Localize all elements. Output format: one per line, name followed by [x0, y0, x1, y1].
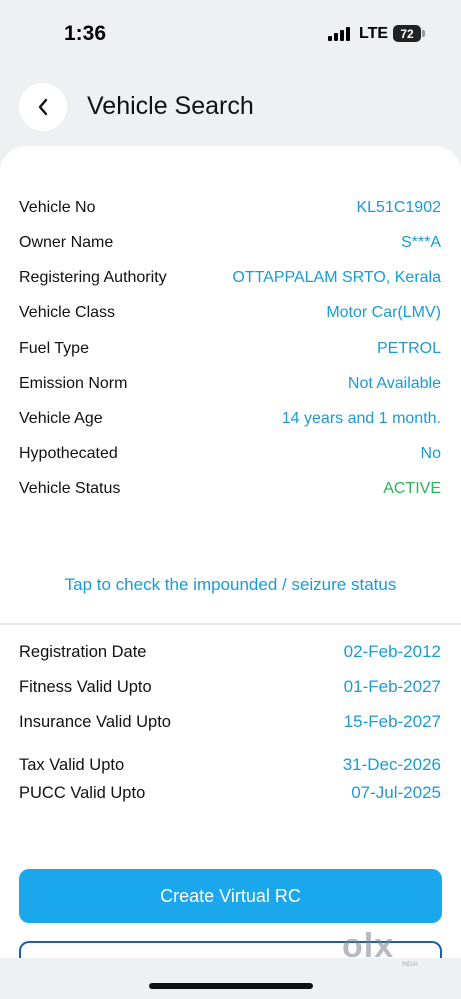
validity-label: Fitness Valid Upto [19, 677, 152, 696]
detail-label: Vehicle No [19, 199, 96, 216]
detail-row-vehicle-no: Vehicle No KL51C1902 [19, 199, 441, 217]
detail-value: 14 years and 1 month. [281, 410, 441, 427]
battery-tip [422, 30, 425, 37]
detail-label: Registering Authority [19, 269, 167, 286]
detail-row-emission-norm: Emission Norm Not Available [19, 375, 441, 393]
detail-row-registering-authority: Registering Authority OTTAPPALAM SRTO, K… [19, 269, 441, 287]
detail-row-hypothecated: Hypothecated No [19, 445, 441, 463]
detail-label: Owner Name [19, 234, 114, 251]
battery-icon: 72 [393, 25, 421, 42]
home-indicator[interactable] [149, 983, 313, 989]
detail-value: OTTAPPALAM SRTO, Kerala [232, 269, 441, 286]
detail-label: Fuel Type [19, 340, 89, 357]
status-badge: ACTIVE [383, 480, 441, 497]
detail-label: Hypothecated [19, 445, 118, 462]
section-divider [0, 623, 461, 625]
validity-row-insurance: Insurance Valid Upto 15-Feb-2027 [19, 712, 441, 732]
validity-value: 31-Dec-2026 [342, 755, 441, 774]
validity-row-pucc: PUCC Valid Upto 07-Jul-2025 [19, 783, 441, 803]
detail-label: Vehicle Age [19, 410, 103, 427]
olx-watermark-sub: INDIA [402, 962, 419, 968]
detail-row-owner-name: Owner Name S***A [19, 234, 441, 252]
validity-value: 07-Jul-2025 [351, 783, 441, 802]
detail-value: Not Available [347, 375, 441, 392]
validity-value: 15-Feb-2027 [343, 712, 441, 731]
detail-label: Vehicle Class [19, 304, 116, 321]
back-button[interactable] [19, 83, 67, 131]
detail-value: PETROL [376, 340, 441, 357]
validity-row-registration-date: Registration Date 02-Feb-2012 [19, 642, 441, 662]
network-type: LTE [359, 25, 389, 42]
battery-level: 72 [400, 26, 414, 41]
seizure-status-link[interactable]: Tap to check the impounded / seizure sta… [0, 575, 461, 595]
status-bar: 1:36 LTE 72 [0, 0, 461, 70]
validity-label: Tax Valid Upto [19, 755, 125, 774]
detail-row-fuel-type: Fuel Type PETROL [19, 340, 441, 358]
detail-row-vehicle-class: Vehicle Class Motor Car(LMV) [19, 304, 441, 322]
validity-label: Insurance Valid Upto [19, 712, 171, 731]
signal-icon [328, 27, 350, 41]
detail-label: Emission Norm [19, 375, 128, 392]
validity-label: PUCC Valid Upto [19, 783, 146, 802]
detail-value: KL51C1902 [356, 199, 441, 216]
validity-value: 02-Feb-2012 [343, 642, 441, 661]
validity-row-fitness: Fitness Valid Upto 01-Feb-2027 [19, 677, 441, 697]
validity-label: Registration Date [19, 642, 147, 661]
status-time: 1:36 [64, 22, 107, 45]
detail-row-vehicle-status: Vehicle Status ACTIVE [19, 480, 441, 498]
validity-value: 01-Feb-2027 [343, 677, 441, 696]
create-virtual-rc-button[interactable]: Create Virtual RC [19, 869, 442, 923]
olx-watermark-logo: olx [342, 926, 395, 965]
validity-row-tax: Tax Valid Upto 31-Dec-2026 [19, 755, 441, 775]
detail-value: No [420, 445, 441, 462]
page-title: Vehicle Search [87, 92, 254, 120]
detail-value: Motor Car(LMV) [326, 304, 441, 321]
detail-label: Vehicle Status [19, 480, 121, 497]
chevron-left-icon [38, 98, 48, 116]
detail-row-vehicle-age: Vehicle Age 14 years and 1 month. [19, 410, 441, 428]
detail-value: S***A [400, 234, 441, 251]
